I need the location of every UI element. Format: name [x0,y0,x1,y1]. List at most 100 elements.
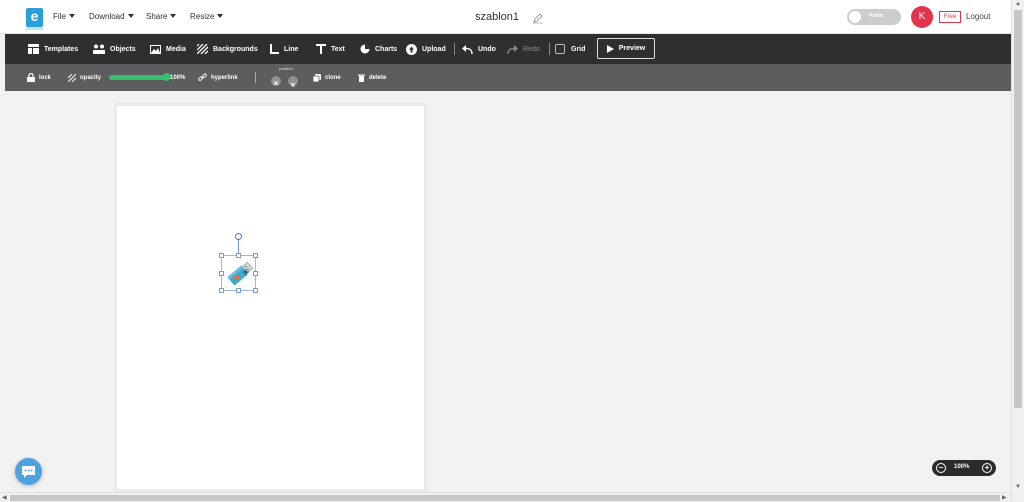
media-label: Media [166,45,186,53]
zoom-control: − 100% + [932,460,996,476]
templates-label: Templates [44,45,79,53]
send-backward-button[interactable] [288,76,298,87]
main-toolbar: Templates Objects Media Backgrounds Line… [5,34,1011,64]
horizontal-scroll-thumb[interactable] [10,495,1000,501]
delete-label: delete [369,74,387,81]
logout-link[interactable]: Logout [966,12,990,21]
menu-download[interactable]: Download [89,12,134,21]
rotate-handle[interactable] [235,233,242,240]
bring-forward-button[interactable] [271,76,281,86]
redo-icon [507,44,518,54]
top-header: e File Download Share Resize szablon1 Pu… [0,0,1024,34]
lock-label: lock [39,74,52,81]
hyperlink-button[interactable]: hyperlink [198,64,238,91]
undo-icon [462,44,473,54]
backgrounds-label: Backgrounds [213,45,258,53]
design-page[interactable] [114,103,427,492]
user-avatar[interactable]: K [911,6,933,28]
grid-checkbox[interactable] [555,44,565,54]
backgrounds-button[interactable]: Backgrounds [197,34,258,64]
text-icon [316,44,326,54]
opacity-icon [68,73,76,82]
app-logo[interactable]: e [26,8,43,30]
zoom-out-button[interactable]: − [936,463,946,473]
subbar-divider [255,72,256,83]
hyperlink-label: hyperlink [211,74,238,81]
image-icon [150,44,161,54]
toolbar-divider [549,43,550,55]
preview-button[interactable]: Preview [597,38,655,59]
link-icon [198,73,207,82]
opacity-slider[interactable] [109,75,170,80]
text-label: Text [331,45,345,53]
line-label: Line [284,45,299,53]
grid-label: Grid [571,45,586,53]
upload-icon [406,43,417,55]
objects-button[interactable]: Objects [93,34,136,64]
vertical-scroll-thumb[interactable] [1014,10,1022,408]
media-button[interactable]: Media [150,34,186,64]
chat-button[interactable] [15,458,42,485]
document-title[interactable]: szablon1 [475,11,519,23]
backgrounds-icon [197,44,208,54]
public-toggle[interactable]: Public [847,9,901,25]
objects-label: Objects [110,45,136,53]
play-icon [606,44,614,53]
upload-label: Upload [422,45,446,53]
trash-icon [358,74,365,82]
menu-share[interactable]: Share [146,12,177,21]
chevron-down-icon [127,14,134,18]
delete-button[interactable]: delete [358,64,386,91]
undo-label: Undo [478,45,496,53]
charts-button[interactable]: Charts [360,34,397,64]
menu-download-label: Download [89,12,125,21]
scroll-down-icon[interactable]: ▼ [1015,484,1021,490]
objects-icon [93,44,105,54]
zoom-level: 100% [954,464,970,470]
zoom-in-button[interactable]: + [982,463,992,473]
clone-label: clone [325,74,341,81]
menu-file[interactable]: File [53,12,75,21]
chevron-up-icon [273,81,279,86]
grid-toggle[interactable]: Grid [555,34,585,64]
opacity-value: 100% [170,74,186,81]
templates-icon [28,44,39,54]
chevron-down-icon [217,14,224,18]
chevron-down-icon [170,14,177,18]
menu-resize-label: Resize [190,12,215,21]
scroll-left-icon[interactable]: ◀ [2,494,7,501]
position-label: position [279,66,293,71]
upload-button[interactable]: Upload [406,34,446,64]
toolbar-divider [454,43,455,55]
opacity-control: opacity [68,64,101,91]
menu-file-label: File [53,12,66,21]
charts-label: Charts [375,45,398,53]
preview-label: Preview [618,45,646,52]
chat-icon [22,466,35,478]
menu-share-label: Share [146,12,168,21]
redo-button[interactable]: Redo [507,34,540,64]
usb-drive-graphic[interactable] [222,257,256,291]
horizontal-scrollbar[interactable]: ◀ ▶ [0,492,1011,502]
clone-button[interactable]: clone [313,64,341,91]
pie-chart-icon [360,44,370,54]
plan-badge[interactable]: Free [939,11,961,23]
undo-button[interactable]: Undo [462,34,496,64]
line-button[interactable]: Line [269,34,298,64]
chevron-down-icon [68,14,75,18]
toggle-knob [849,11,861,23]
public-toggle-label: Public [869,13,885,19]
opacity-label: opacity [80,74,102,81]
scroll-right-icon[interactable]: ▶ [1002,494,1007,501]
edit-title-icon[interactable] [532,12,544,24]
lock-icon [27,73,35,82]
lock-button[interactable]: lock [27,64,51,91]
text-button[interactable]: Text [316,34,345,64]
menu-resize[interactable]: Resize [190,12,224,21]
clone-icon [313,73,321,82]
templates-button[interactable]: Templates [28,34,78,64]
object-toolbar: lock opacity 100% hyperlink position clo… [5,64,1011,91]
vertical-scrollbar[interactable]: ▲ ▼ [1011,0,1024,502]
redo-label: Redo [523,45,540,53]
scroll-up-icon[interactable]: ▲ [1015,1,1021,7]
